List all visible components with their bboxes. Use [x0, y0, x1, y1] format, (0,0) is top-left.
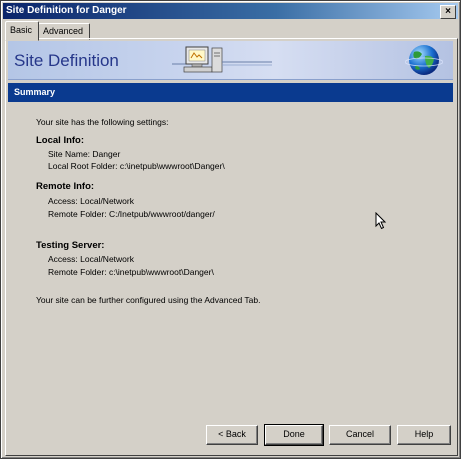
remote-info-heading: Remote Info:	[36, 181, 95, 192]
help-button[interactable]: Help	[397, 425, 451, 445]
remote-folder-value: Remote Folder: C:/Inetpub/wwwroot/danger…	[48, 209, 215, 219]
testing-access-value: Access: Local/Network	[48, 254, 134, 264]
done-button[interactable]: Done	[264, 424, 324, 446]
local-root-folder-value: Local Root Folder: c:\inetpub\wwwroot\Da…	[48, 161, 225, 171]
back-button[interactable]: < Back	[206, 425, 258, 445]
tab-panel: Site Definition Summary Your site has th…	[5, 38, 458, 456]
local-info-heading: Local Info:	[36, 135, 85, 146]
section-title: Summary	[14, 87, 56, 97]
banner-title: Site Definition	[14, 51, 119, 70]
summary-intro: Your site has the following settings:	[36, 117, 169, 127]
testing-folder-value: Remote Folder: c:\inetpub\wwwroot\Danger…	[48, 267, 214, 277]
section-header: Summary	[8, 83, 453, 102]
computer-icon	[172, 46, 272, 73]
window-title: Site Definition for Danger	[6, 5, 127, 16]
cancel-button[interactable]: Cancel	[329, 425, 391, 445]
banner: Site Definition	[8, 41, 453, 80]
mouse-cursor-icon	[375, 212, 387, 230]
site-name-value: Site Name: Danger	[48, 149, 121, 159]
close-icon: ×	[445, 6, 451, 17]
globe-icon	[405, 45, 443, 75]
title-bar[interactable]: Site Definition for Danger ×	[3, 3, 458, 19]
tab-basic[interactable]: Basic	[5, 21, 39, 41]
site-definition-dialog: Site Definition for Danger × Basic Advan…	[0, 0, 461, 459]
close-button[interactable]: ×	[440, 5, 456, 19]
remote-access-value: Access: Local/Network	[48, 196, 134, 206]
summary-footer: Your site can be further configured usin…	[36, 295, 261, 305]
testing-server-heading: Testing Server:	[36, 240, 105, 251]
